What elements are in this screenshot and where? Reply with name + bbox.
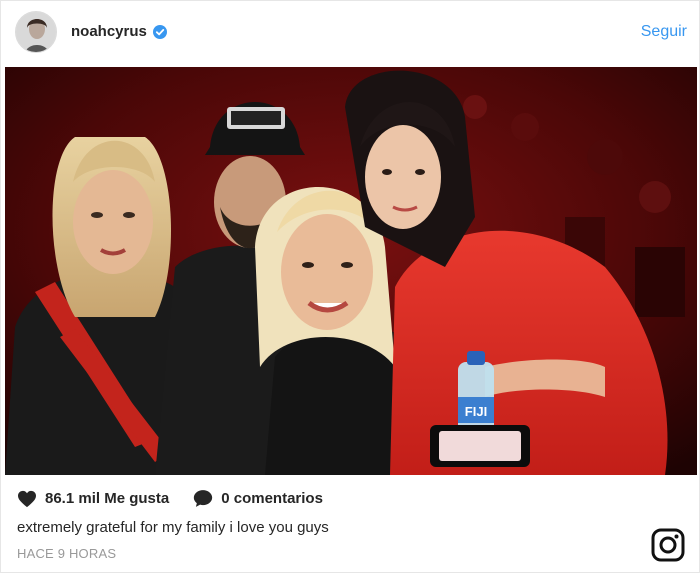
avatar[interactable] [15,11,57,53]
username-link[interactable]: noahcyrus [71,23,147,40]
comments-count[interactable]: 0 comentarios [221,490,323,507]
post-timestamp[interactable]: HACE 9 HORAS [17,546,116,561]
follow-button[interactable]: Seguir [641,23,687,41]
like-group: 86.1 mil Me gusta [17,490,169,508]
comment-group: 0 comentarios [193,489,323,508]
post-actions: 86.1 mil Me gusta 0 comentarios [17,489,323,508]
likes-count[interactable]: 86.1 mil Me gusta [45,490,169,507]
post-caption: extremely grateful for my family i love … [17,519,329,536]
heart-icon[interactable] [17,490,37,508]
instagram-logo-icon[interactable] [651,528,685,562]
comment-icon[interactable] [193,489,213,508]
verified-badge-icon [152,24,167,39]
post-header: noahcyrus Seguir [1,1,700,65]
post-photo[interactable]: FIJI [5,67,697,475]
username-group: noahcyrus [71,23,167,40]
bottle-label: FIJI [465,404,487,419]
instagram-post-card: noahcyrus Seguir FIJI 86.1 mil Me gusta … [0,0,700,573]
